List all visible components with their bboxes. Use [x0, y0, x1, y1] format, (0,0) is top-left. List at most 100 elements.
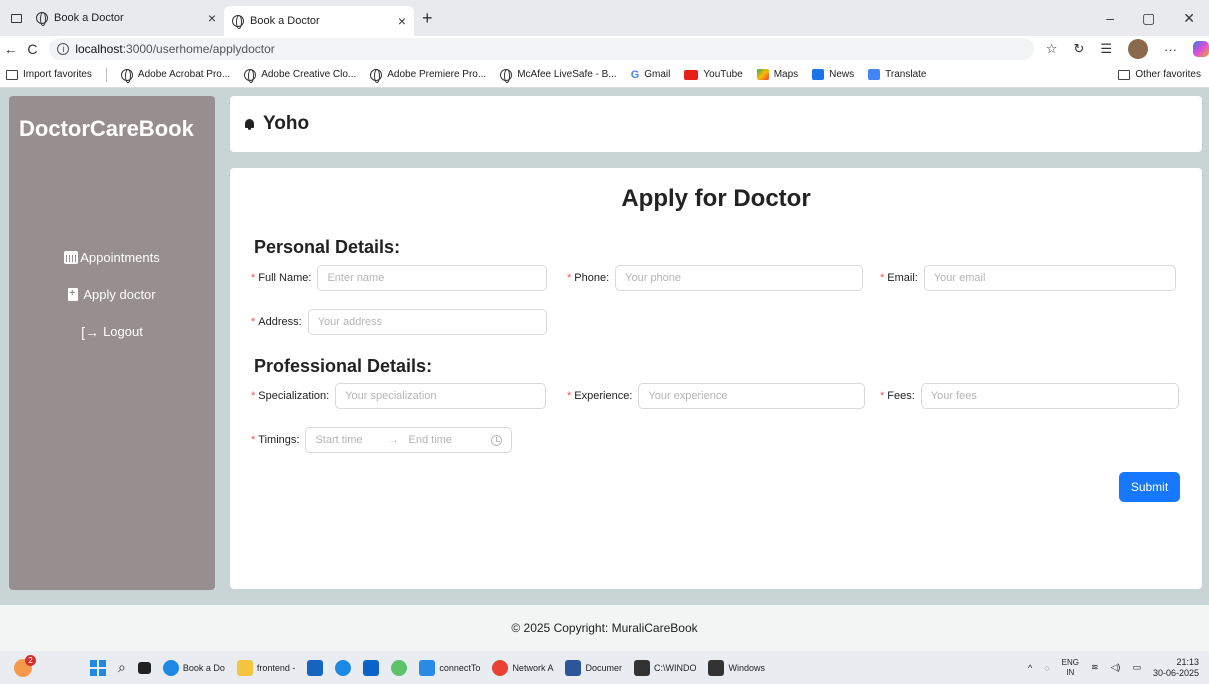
notification-badge: 2 — [25, 654, 36, 666]
site-info-icon[interactable]: i — [57, 43, 70, 55]
taskbar-app-chrome[interactable]: Network A — [492, 659, 553, 676]
app-icon[interactable] — [391, 659, 408, 676]
apply-doctor-panel: Apply for Doctor Personal Details: * Ful… — [230, 168, 1202, 589]
search-icon[interactable]: ⌕ — [118, 659, 126, 676]
taskbar-app-label: connectTo — [439, 662, 481, 673]
favorites-icon[interactable]: ☰ — [1100, 41, 1112, 57]
email-label: Email: — [887, 272, 918, 284]
terminal-icon — [633, 659, 650, 676]
taskbar-app-label: frontend - — [256, 662, 296, 673]
address-bar: ← C i localhost:3000/userhome/applydocto… — [0, 36, 1209, 62]
favorites-bar: Import favorites Adobe Acrobat Pro... Ad… — [0, 62, 1209, 88]
required-mark: * — [567, 390, 572, 402]
fav-label: Other favorites — [1135, 69, 1201, 80]
taskbar-app-word[interactable]: Documer — [565, 659, 622, 676]
tab-close-icon[interactable]: × — [398, 13, 406, 29]
timings-range-picker[interactable]: Start time → End time — [305, 427, 513, 453]
new-tab-button[interactable]: + — [422, 8, 433, 29]
windows-start-icon[interactable] — [90, 659, 106, 676]
sidebar-item-appointments[interactable]: Appointments — [9, 239, 215, 276]
user-name: Yoho — [263, 113, 310, 134]
logout-icon: [→ — [81, 323, 100, 340]
tab-close-icon[interactable]: × — [208, 10, 216, 26]
phone-input[interactable] — [615, 265, 864, 291]
address-field: * Address: — [251, 309, 547, 335]
system-tray: ^ ◌ ENG IN ≋ ◁) ▭ 21:13 30-06-2025 — [1028, 657, 1209, 679]
fav-mcafee[interactable]: McAfee LiveSafe - B... — [500, 68, 617, 83]
url-input[interactable]: i localhost:3000/userhome/applydoctor — [49, 38, 1034, 60]
url-host: localhost — [75, 42, 123, 56]
sidebar-item-logout[interactable]: [→ Logout — [9, 313, 215, 350]
store-icon[interactable] — [307, 659, 324, 676]
volume-icon[interactable]: ◁) — [1111, 662, 1121, 673]
browser-tab-bar: Book a Doctor × Book a Doctor × + – ▢ ✕ — [0, 0, 1209, 36]
fav-gmail[interactable]: G Gmail — [631, 69, 671, 81]
sidebar-item-apply-doctor[interactable]: Apply doctor — [9, 276, 215, 313]
fav-news[interactable]: News — [812, 69, 854, 80]
fav-label: McAfee LiveSafe - B... — [517, 69, 617, 80]
fav-label: Adobe Premiere Pro... — [387, 69, 487, 80]
task-view-icon[interactable] — [137, 661, 151, 674]
chevron-up-icon[interactable]: ^ — [1028, 663, 1032, 673]
experience-field: * Experience: — [567, 383, 866, 409]
fav-maps[interactable]: Maps — [756, 69, 798, 80]
minimize-button[interactable]: – — [1106, 10, 1114, 27]
experience-input[interactable] — [638, 383, 866, 409]
submit-button[interactable]: Submit — [1119, 472, 1180, 502]
fav-label: Translate — [885, 69, 927, 80]
taskbar-app-vscode[interactable]: connectTo — [419, 659, 481, 676]
start-time-input[interactable]: Start time — [315, 434, 362, 446]
fav-adobe-premiere[interactable]: Adobe Premiere Pro... — [370, 68, 487, 83]
wifi-icon[interactable]: ≋ — [1091, 662, 1099, 673]
close-window-button[interactable]: ✕ — [1183, 10, 1195, 27]
specialization-field: * Specialization: — [251, 383, 547, 409]
globe-icon — [36, 12, 48, 26]
terminal-icon — [708, 659, 725, 676]
fees-input[interactable] — [920, 383, 1179, 409]
tab-actions-icon[interactable] — [4, 6, 28, 30]
language-indicator[interactable]: ENG IN — [1062, 658, 1079, 678]
clock-icon — [491, 434, 503, 446]
clock[interactable]: 21:13 30-06-2025 — [1153, 657, 1199, 679]
globe-icon — [120, 68, 133, 83]
fav-translate[interactable]: Translate — [868, 69, 926, 80]
chrome-icon — [492, 659, 509, 676]
email-input[interactable] — [923, 265, 1176, 291]
full-name-input[interactable] — [317, 265, 548, 291]
copilot-icon[interactable] — [1193, 41, 1209, 57]
taskbar-app-terminal[interactable]: Windows — [708, 659, 765, 676]
more-icon[interactable]: ··· — [1164, 42, 1177, 57]
specialization-input[interactable] — [335, 383, 547, 409]
reload-button[interactable]: C — [22, 41, 44, 57]
calendar-icon — [64, 251, 79, 264]
bell-icon[interactable] — [244, 118, 255, 130]
tray-app-icon[interactable]: ◌ — [1044, 663, 1049, 673]
address-input[interactable] — [307, 309, 547, 335]
weather-widget-icon[interactable]: 2 — [14, 654, 36, 677]
taskbar-app-cmd[interactable]: C:\WINDO — [633, 659, 697, 676]
address-bar-actions: ☆ ↻ ☰ ··· — [1046, 39, 1209, 59]
profile-avatar[interactable] — [1128, 39, 1148, 59]
fav-youtube[interactable]: YouTube — [684, 69, 743, 80]
fav-other-favorites[interactable]: Other favorites — [1118, 69, 1201, 80]
required-mark: * — [251, 272, 256, 284]
star-icon[interactable]: ☆ — [1046, 41, 1058, 57]
taskbar-app-explorer[interactable]: frontend - — [236, 659, 296, 676]
refresh-icon[interactable]: ↻ — [1073, 41, 1084, 57]
battery-icon[interactable]: ▭ — [1132, 662, 1141, 673]
back-button[interactable]: ← — [0, 41, 22, 57]
taskbar-app-label: C:\WINDO — [653, 662, 697, 673]
taskbar-app-label: Windows — [728, 662, 765, 673]
end-time-input[interactable]: End time — [409, 434, 452, 446]
fav-import[interactable]: Import favorites — [6, 69, 92, 80]
zoom-icon[interactable] — [335, 659, 352, 676]
outlook-icon[interactable] — [363, 659, 380, 676]
taskbar-app-edge[interactable]: Book a Do — [162, 659, 225, 676]
browser-tab-1[interactable]: Book a Doctor × — [28, 4, 224, 32]
fav-adobe-acrobat[interactable]: Adobe Acrobat Pro... — [120, 68, 230, 83]
fav-adobe-creative[interactable]: Adobe Creative Clo... — [244, 68, 356, 83]
maximize-button[interactable]: ▢ — [1142, 10, 1155, 27]
sidebar-item-label: Appointments — [80, 250, 160, 265]
sidebar-menu: Appointments Apply doctor [→ Logout — [9, 239, 215, 350]
browser-tab-2[interactable]: Book a Doctor × — [224, 6, 414, 36]
